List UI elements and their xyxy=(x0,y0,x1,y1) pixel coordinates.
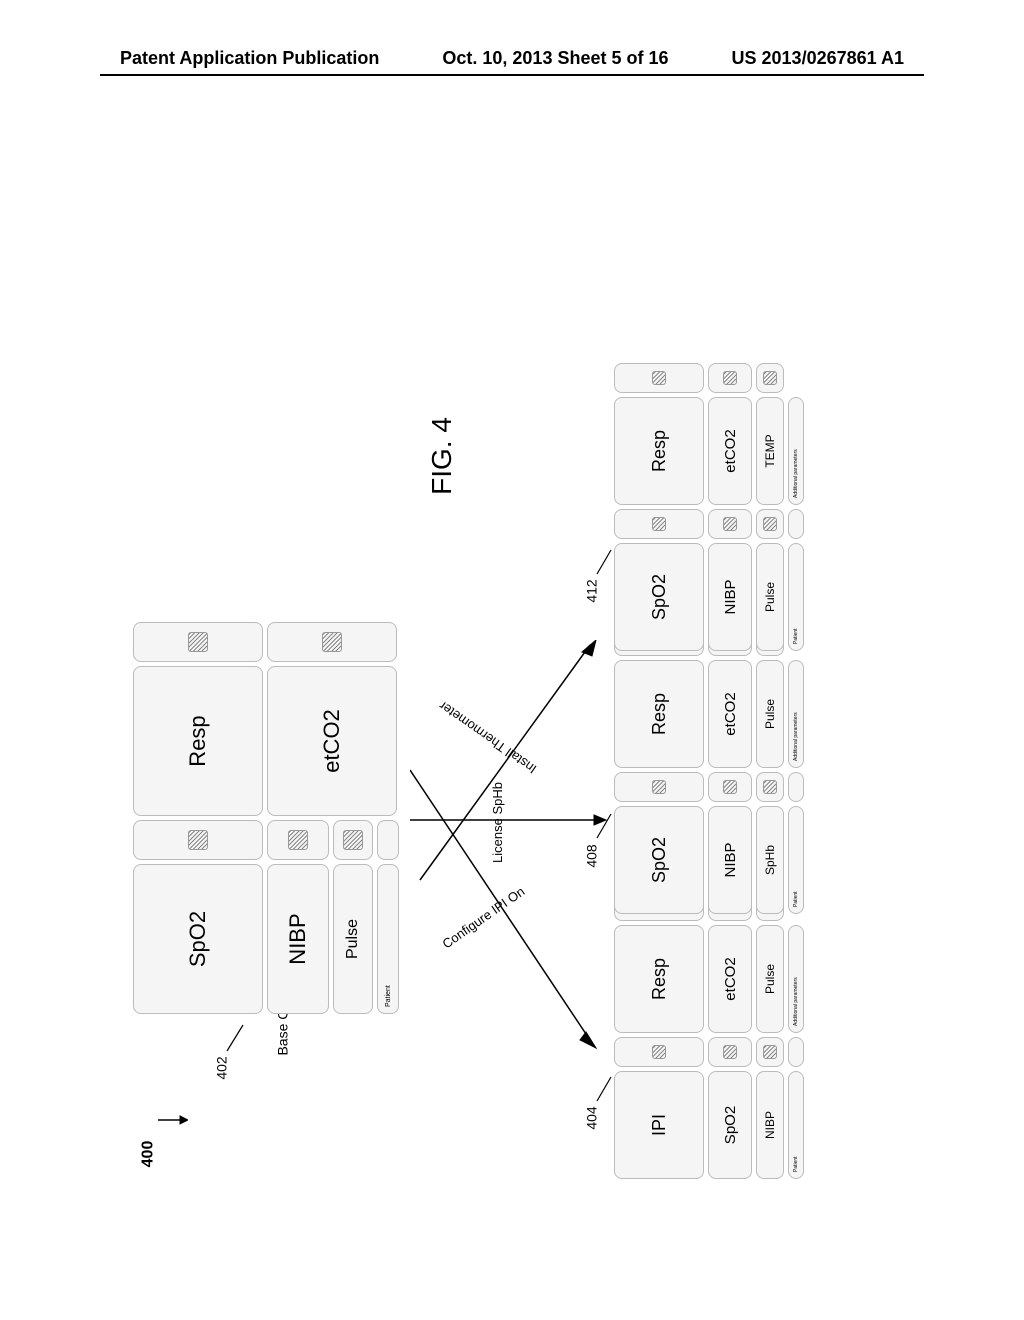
device-412: SpO2 NIBP Pulse Patient Resp etCO2 TEMP … xyxy=(614,363,804,651)
tile-spo2-408: SpO2 xyxy=(614,806,704,914)
leader-408 xyxy=(595,812,613,840)
tile-etco2-408: etCO2 xyxy=(708,660,752,768)
tile-pulse: Pulse xyxy=(333,864,373,1014)
arrow-400 xyxy=(158,1115,188,1125)
btn-pulse xyxy=(333,820,373,860)
btn-nibp-404 xyxy=(756,1037,784,1067)
tile-patient-408: Patient xyxy=(788,806,804,914)
tile-patient: Patient xyxy=(377,864,399,1014)
figure-caption: FIG. 4 xyxy=(426,417,458,495)
btn-patient-408 xyxy=(788,772,804,802)
tile-pulse-412: Pulse xyxy=(756,543,784,651)
ref-408: 408 xyxy=(584,844,600,867)
tile-temp-412: TEMP xyxy=(756,397,784,505)
leader-404 xyxy=(595,1075,613,1103)
tile-spo2: SpO2 xyxy=(133,864,263,1014)
btn-pulse-412 xyxy=(756,509,784,539)
tile-etco2-404: etCO2 xyxy=(708,925,752,1033)
tile-pulse-408: Pulse xyxy=(756,660,784,768)
ref-402: 402 xyxy=(214,1056,230,1079)
tile-nibp: NIBP xyxy=(267,864,329,1014)
tile-etco2-412: etCO2 xyxy=(708,397,752,505)
leader-412 xyxy=(595,548,613,576)
device-402: SpO2 NIBP Pulse Patient Resp etCO2 xyxy=(133,622,399,1014)
tile-patient-404: Patient xyxy=(788,1071,804,1179)
tile-addl-408: Additional parameters xyxy=(788,660,804,768)
tile-spo2-404: SpO2 xyxy=(708,1071,752,1179)
tile-nibp-404: NIBP xyxy=(756,1071,784,1179)
btn-ipi xyxy=(614,1037,704,1067)
btn-temp-412 xyxy=(756,363,784,393)
device-404: IPI SpO2 NIBP Patient Resp etCO2 Pulse A… xyxy=(614,891,804,1179)
tile-spo2-412: SpO2 xyxy=(614,543,704,651)
header-rule xyxy=(100,74,924,76)
device-408: SpO2 NIBP SpHb Patient Resp etCO2 Pulse … xyxy=(614,626,804,914)
tile-resp-412: Resp xyxy=(614,397,704,505)
btn-nibp-408 xyxy=(708,772,752,802)
btn-resp xyxy=(133,622,263,662)
tile-sphb-408: SpHb xyxy=(756,806,784,914)
header-left: Patent Application Publication xyxy=(120,48,379,69)
btn-spo2-408 xyxy=(614,772,704,802)
tile-pulse-404: Pulse xyxy=(756,925,784,1033)
header-center: Oct. 10, 2013 Sheet 5 of 16 xyxy=(442,48,668,69)
tile-nibp-408: NIBP xyxy=(708,806,752,914)
tile-resp: Resp xyxy=(133,666,263,816)
tile-addl-404: Additional parameters xyxy=(788,925,804,1033)
tile-etco2: etCO2 xyxy=(267,666,397,816)
btn-resp-412 xyxy=(614,363,704,393)
action-sphb: License SpHb xyxy=(490,782,505,863)
btn-nibp-412 xyxy=(708,509,752,539)
btn-spo2-412 xyxy=(614,509,704,539)
btn-etco2 xyxy=(267,622,397,662)
tile-resp-404: Resp xyxy=(614,925,704,1033)
btn-spo2-404 xyxy=(708,1037,752,1067)
ref-404: 404 xyxy=(584,1106,600,1129)
tile-addl-412: Additional parameters xyxy=(788,397,804,505)
figure-4: 400 Base Configuration 402 SpO2 NIBP Pul… xyxy=(150,140,890,1220)
btn-sphb-408 xyxy=(756,772,784,802)
btn-etco2-412 xyxy=(708,363,752,393)
leader-402 xyxy=(225,1023,245,1053)
ref-412: 412 xyxy=(584,579,600,602)
tile-nibp-412: NIBP xyxy=(708,543,752,651)
tile-resp-408: Resp xyxy=(614,660,704,768)
btn-patient xyxy=(377,820,399,860)
header-right: US 2013/0267861 A1 xyxy=(732,48,904,69)
page-header: Patent Application Publication Oct. 10, … xyxy=(0,48,1024,69)
btn-patient-412 xyxy=(788,509,804,539)
btn-patient-404 xyxy=(788,1037,804,1067)
btn-nibp xyxy=(267,820,329,860)
ref-400: 400 xyxy=(139,1141,157,1168)
btn-spo2 xyxy=(133,820,263,860)
tile-patient-412: Patient xyxy=(788,543,804,651)
tile-ipi: IPI xyxy=(614,1071,704,1179)
